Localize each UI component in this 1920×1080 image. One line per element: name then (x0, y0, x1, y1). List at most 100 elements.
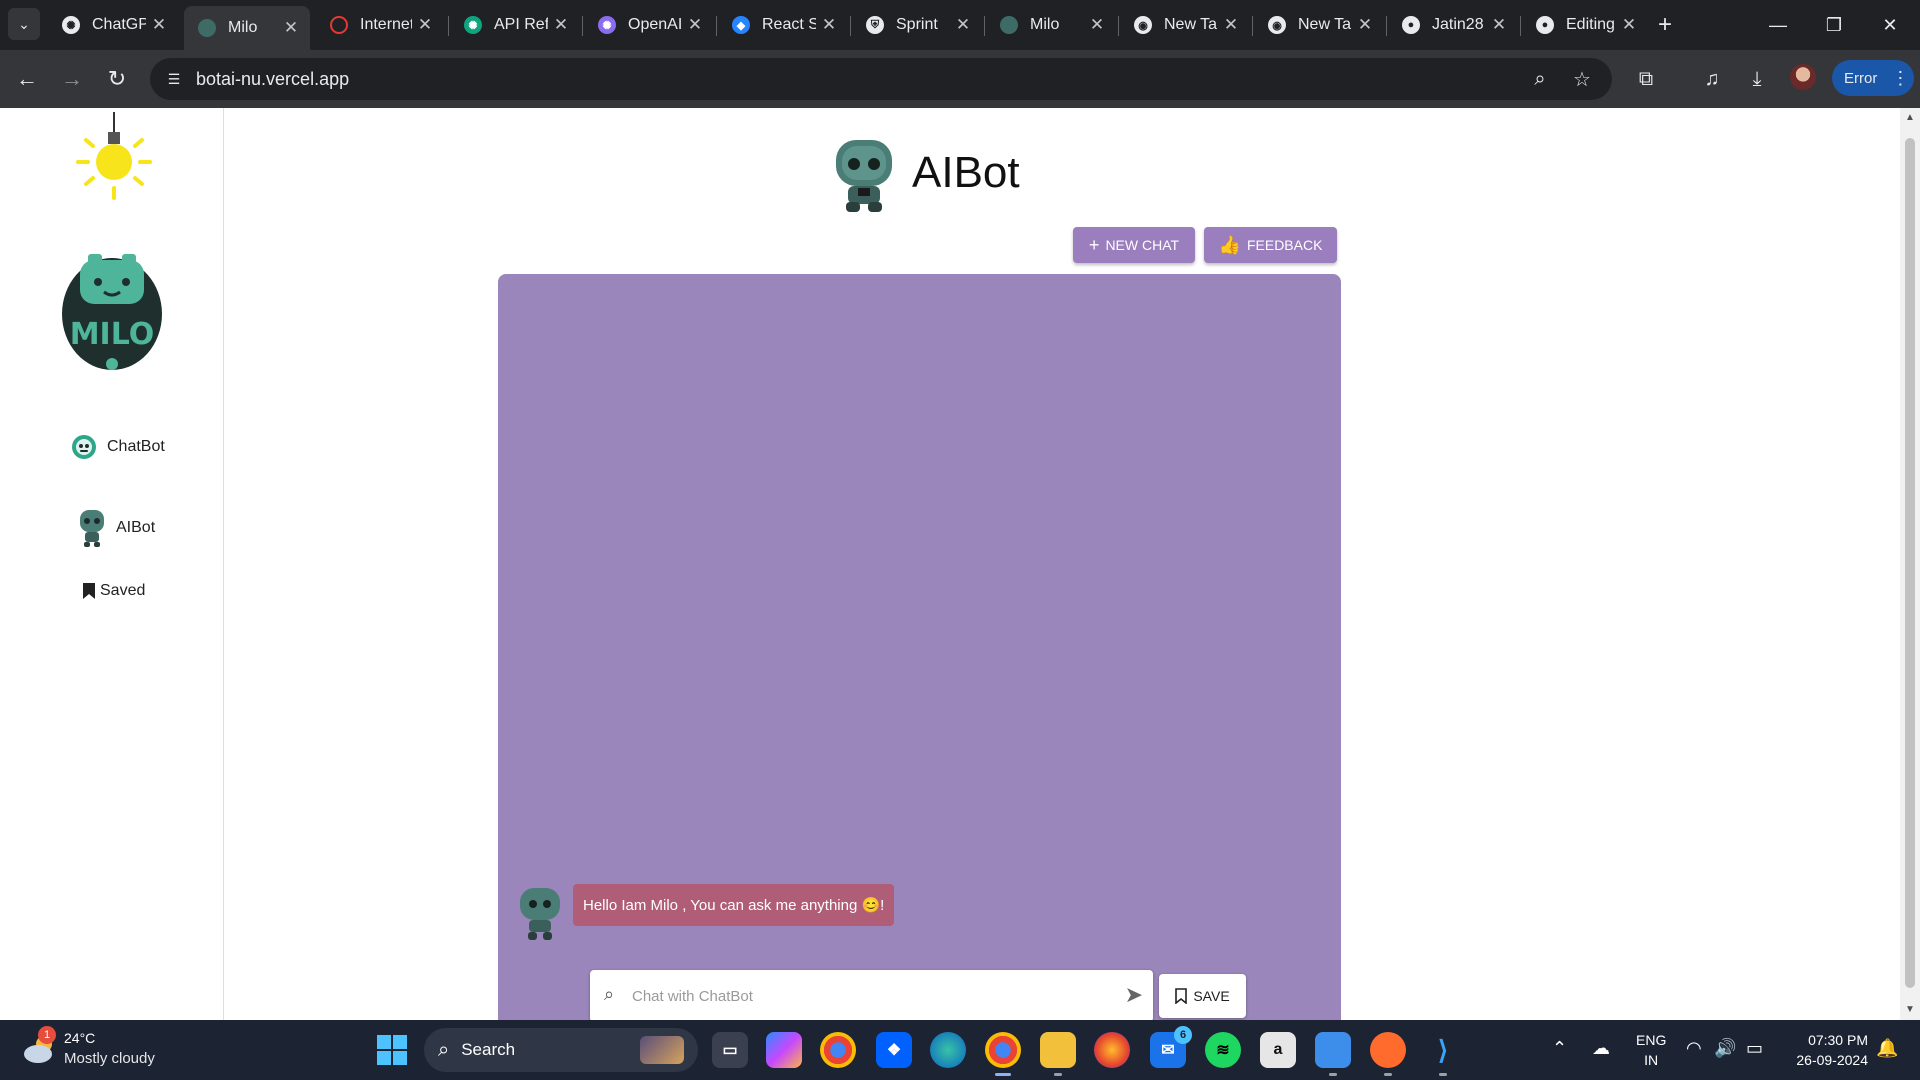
screen: ⌄ ✺ ChatGPT ✕ Milo ✕ Internet ✕ ✺ API Re… (0, 0, 1920, 1080)
close-tab-icon[interactable]: ✕ (412, 15, 438, 35)
scroll-down-arrow-icon[interactable]: ▼ (1904, 1004, 1916, 1016)
back-icon[interactable]: ← (10, 62, 44, 96)
tab-title: New Tab (1164, 16, 1218, 33)
tab-milo[interactable]: Milo ✕ (986, 6, 1116, 44)
address-bar[interactable]: ☰ botai-nu.vercel.app ⌕ ☆ (150, 58, 1612, 100)
task-view-icon[interactable]: ▭ (712, 1032, 748, 1068)
sidebar-item-aibot[interactable]: AIBot (76, 508, 155, 548)
send-icon[interactable]: ➤ (1125, 982, 1143, 1008)
close-tab-icon[interactable]: ✕ (278, 18, 304, 38)
reload-icon[interactable]: ↻ (100, 62, 134, 96)
search-icon: ⌕ (604, 984, 615, 1004)
dropbox-icon[interactable]: ❖ (876, 1032, 912, 1068)
search-label: Search (461, 1040, 516, 1059)
more-menu-icon[interactable]: ⋮ (1891, 68, 1909, 89)
tab-chatgpt[interactable]: ✺ ChatGPT ✕ (48, 6, 178, 44)
scrollbar-thumb[interactable] (1905, 138, 1915, 988)
feedback-button[interactable]: 👍 FEEDBACK (1204, 227, 1337, 263)
close-tab-icon[interactable]: ✕ (146, 15, 172, 35)
sidebar-item-label: Saved (100, 582, 146, 599)
extensions-icon[interactable]: ⧉ (1631, 64, 1661, 94)
tab-sprint[interactable]: ⛨ Sprint ✕ (852, 6, 982, 44)
chrome-icon: ◉ (1134, 16, 1152, 34)
chat-input-box[interactable]: ⌕ ➤ (590, 970, 1153, 1020)
firefox-icon[interactable] (1094, 1032, 1130, 1068)
volume-icon[interactable]: 🔊 (1714, 1038, 1736, 1059)
minimize-icon[interactable]: — (1750, 0, 1806, 50)
close-tab-icon[interactable]: ✕ (682, 15, 708, 35)
vscode-icon[interactable]: ⟩ (1425, 1032, 1461, 1076)
url-text[interactable]: botai-nu.vercel.app (196, 69, 349, 90)
sidebar-item-chatbot[interactable]: ChatBot (71, 434, 165, 460)
download-icon[interactable]: ⤓ (1742, 64, 1772, 94)
copilot-icon[interactable] (766, 1032, 802, 1068)
tab-new-tab-2[interactable]: ◉ New Tab ✕ (1254, 6, 1384, 44)
profile-avatar[interactable] (1790, 64, 1816, 90)
chrome-icon[interactable] (820, 1032, 856, 1068)
lightbulb-icon (76, 112, 152, 200)
battery-icon[interactable]: ▭ (1746, 1038, 1763, 1059)
page-scrollbar[interactable]: ▲ ▼ (1900, 108, 1920, 1020)
tab-separator (1386, 16, 1387, 36)
windows-start-icon[interactable] (376, 1034, 408, 1066)
language-secondary: IN (1644, 1052, 1659, 1068)
site-settings-icon[interactable]: ☰ (164, 69, 184, 89)
close-tab-icon[interactable]: ✕ (548, 15, 574, 35)
chrome-profile-icon[interactable] (985, 1032, 1021, 1076)
tab-api-reference[interactable]: ✺ API Reference ✕ (450, 6, 580, 44)
tab-title: Milo (228, 19, 258, 36)
close-tab-icon[interactable]: ✕ (1084, 15, 1110, 35)
mail-icon[interactable]: ✉ 6 (1150, 1026, 1192, 1068)
zoom-icon[interactable]: ⌕ (1528, 67, 1552, 91)
new-tab-button[interactable]: + (1650, 10, 1680, 40)
chat-input[interactable] (632, 982, 1092, 1010)
close-tab-icon[interactable]: ✕ (816, 15, 842, 35)
tab-search-button[interactable]: ⌄ (8, 8, 40, 40)
photos-icon[interactable] (1315, 1032, 1351, 1076)
bookmark-outline-icon (1175, 988, 1188, 1004)
close-window-icon[interactable]: ✕ (1862, 0, 1918, 50)
file-explorer-icon[interactable] (1040, 1032, 1076, 1076)
new-chat-label: NEW CHAT (1105, 237, 1180, 253)
close-tab-icon[interactable]: ✕ (1352, 15, 1378, 35)
edge-icon[interactable] (930, 1032, 966, 1068)
sidebar-item-label: ChatBot (107, 438, 165, 455)
restore-icon[interactable]: ❐ (1806, 0, 1862, 50)
sidebar-item-saved[interactable]: Saved (82, 582, 145, 600)
weather-description[interactable]: Mostly cloudy (64, 1050, 155, 1067)
tab-title: OpenAI (628, 16, 682, 33)
scroll-up-arrow-icon[interactable]: ▲ (1904, 112, 1916, 124)
tab-separator (448, 16, 449, 36)
close-tab-icon[interactable]: ✕ (950, 15, 976, 35)
tab-github-editing[interactable]: ● Editing ✕ (1522, 6, 1648, 44)
tab-openai[interactable]: ✺ OpenAI ✕ (584, 6, 714, 44)
error-button[interactable]: Error ⋮ (1832, 60, 1914, 96)
clock-time: 07:30 PM (1808, 1032, 1868, 1048)
show-hidden-icons-chevron[interactable]: ⌃ (1552, 1038, 1567, 1059)
weather-temperature[interactable]: 24°C (64, 1030, 95, 1046)
tab-milo-active[interactable]: Milo ✕ (184, 6, 310, 50)
wifi-icon[interactable]: ◠ (1686, 1038, 1702, 1059)
onedrive-cloud-icon[interactable]: ☁ (1592, 1038, 1610, 1059)
spotify-icon[interactable]: ≋ (1205, 1032, 1241, 1068)
language-indicator[interactable]: ENG IN (1636, 1030, 1666, 1070)
forward-icon[interactable]: → (55, 62, 89, 96)
new-chat-button[interactable]: + NEW CHAT (1073, 227, 1195, 263)
media-control-icon[interactable]: ♫ (1697, 64, 1727, 94)
system-clock[interactable]: 07:30 PM 26-09-2024 (1786, 1030, 1868, 1070)
bookmark-star-icon[interactable]: ☆ (1570, 67, 1594, 91)
tab-new-tab-1[interactable]: ◉ New Tab ✕ (1120, 6, 1250, 44)
save-button[interactable]: SAVE (1159, 974, 1246, 1018)
close-tab-icon[interactable]: ✕ (1616, 15, 1642, 35)
taskbar-search[interactable]: ⌕ Search (424, 1028, 698, 1072)
close-tab-icon[interactable]: ✕ (1486, 15, 1512, 35)
postman-icon[interactable] (1370, 1032, 1406, 1076)
tab-github-jatin[interactable]: ● Jatin28 ✕ (1388, 6, 1518, 44)
tab-internet[interactable]: Internet ✕ (316, 6, 444, 44)
amazon-icon[interactable]: a (1260, 1032, 1296, 1068)
tab-separator (1520, 16, 1521, 36)
notification-bell-icon[interactable]: 🔔 (1876, 1038, 1898, 1059)
search-icon: ⌕ (438, 1038, 450, 1061)
close-tab-icon[interactable]: ✕ (1218, 15, 1244, 35)
tab-react-sprint[interactable]: ◆ React Sprint ✕ (718, 6, 848, 44)
